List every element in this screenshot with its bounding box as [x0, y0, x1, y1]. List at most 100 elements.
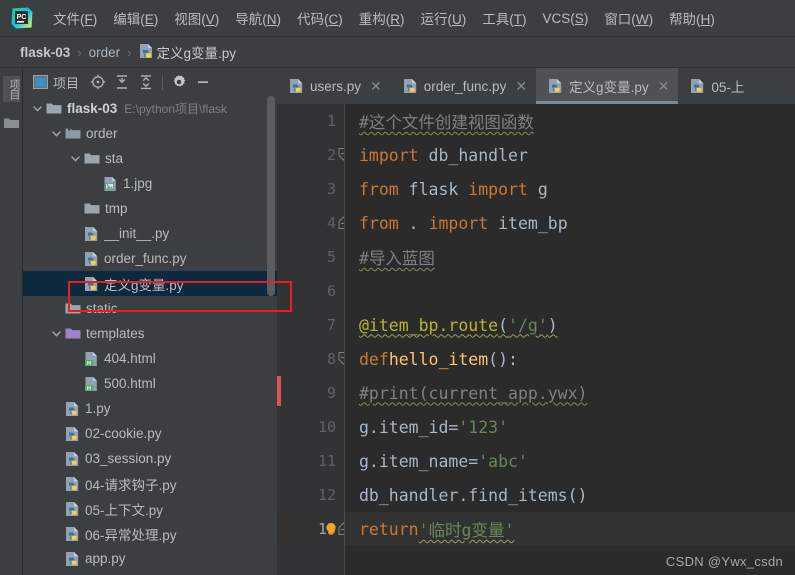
project-tree[interactable]: flask-03E:\python项目\flaskordersta1.jpgtm…	[23, 96, 277, 575]
tree-row-13[interactable]: 02-cookie.py	[23, 421, 277, 446]
close-icon[interactable]: ✕	[658, 78, 670, 95]
chevron-down-icon	[69, 277, 82, 290]
tree-row-label: 05-上下文.py	[85, 499, 163, 519]
editor-gutter[interactable]: 12345678910111213	[277, 104, 344, 575]
expand-all-icon[interactable]	[111, 71, 133, 93]
line-number-12: 12	[277, 478, 344, 512]
code-content[interactable]: #这个文件创建视图函数import db_handlerfrom flask i…	[344, 104, 795, 575]
tree-row-label: 500.html	[104, 376, 156, 391]
select-opened-file-icon[interactable]	[87, 71, 109, 93]
tree-row-5[interactable]: __init__.py	[23, 221, 277, 246]
tree-row-0[interactable]: flask-03E:\python项目\flask	[23, 96, 277, 121]
line-number-2: 2	[277, 138, 344, 172]
menu-item-2[interactable]: 视图(V)	[167, 5, 226, 31]
python-file-icon	[84, 226, 99, 242]
code-line-9[interactable]: #print(current_app.ywx)	[345, 376, 795, 410]
menu-item-10[interactable]: 帮助(H)	[662, 5, 722, 31]
tree-row-16[interactable]: 05-上下文.py	[23, 496, 277, 521]
tree-row-17[interactable]: 06-异常处理.py	[23, 521, 277, 546]
line-number-7: 7	[277, 308, 344, 342]
tree-row-8[interactable]: static	[23, 296, 277, 321]
tree-row-4[interactable]: tmp	[23, 196, 277, 221]
menu-item-5[interactable]: 重构(R)	[352, 5, 412, 31]
chevron-down-icon[interactable]	[31, 102, 44, 115]
intention-bulb-icon[interactable]	[323, 521, 339, 537]
tree-row-label: 1.py	[85, 401, 111, 416]
svg-text:H: H	[87, 386, 91, 392]
code-editor[interactable]: 12345678910111213 #这个文件创建视图函数import db_h…	[277, 104, 795, 575]
tree-row-12[interactable]: 1.py	[23, 396, 277, 421]
tree-row-18[interactable]: app.py	[23, 546, 277, 571]
settings-gear-icon[interactable]	[168, 71, 190, 93]
code-line-1[interactable]: #这个文件创建视图函数	[345, 104, 795, 138]
collapse-all-icon[interactable]	[135, 71, 157, 93]
menu-item-9[interactable]: 窗口(W)	[597, 5, 660, 31]
structure-folder-icon[interactable]	[4, 116, 19, 128]
tree-row-14[interactable]: 03_session.py	[23, 446, 277, 471]
menu-item-0[interactable]: 文件(F)	[46, 5, 104, 31]
editor-tab-2[interactable]: 定义g变量.py✕	[536, 68, 678, 104]
svg-text:PC: PC	[17, 14, 27, 21]
menu-item-3[interactable]: 导航(N)	[228, 5, 288, 31]
tree-row-6[interactable]: order_func.py	[23, 246, 277, 271]
menu-item-4[interactable]: 代码(C)	[290, 5, 350, 31]
tree-row-9[interactable]: templates	[23, 321, 277, 346]
chevron-down-icon	[50, 502, 63, 515]
hide-panel-icon[interactable]	[192, 71, 214, 93]
tree-row-15[interactable]: 04-请求钩子.py	[23, 471, 277, 496]
breadcrumb-separator-1: ›	[77, 45, 81, 60]
chevron-down-icon[interactable]	[69, 152, 82, 165]
tree-row-10[interactable]: H404.html	[23, 346, 277, 371]
line-number-11: 11	[277, 444, 344, 478]
tree-row-7[interactable]: 定义g变量.py	[23, 271, 277, 296]
menu-item-1[interactable]: 编辑(E)	[106, 5, 165, 31]
code-line-12[interactable]: db_handler.find_items()	[345, 478, 795, 512]
breadcrumb-file[interactable]: 定义g变量.py	[139, 42, 237, 62]
menu-item-8[interactable]: VCS(S)	[536, 8, 596, 29]
html-file-icon: H	[84, 351, 99, 367]
close-icon[interactable]: ✕	[515, 78, 527, 95]
line-number-6: 6	[277, 274, 344, 308]
tree-row-3[interactable]: 1.jpg	[23, 171, 277, 196]
code-line-4[interactable]: from . import item_bp	[345, 206, 795, 240]
tree-row-11[interactable]: H 500.html	[23, 371, 277, 396]
breadcrumb-folder[interactable]: order	[89, 45, 121, 60]
editor-tab-bar[interactable]: users.py✕order_func.py✕定义g变量.py✕05-上	[277, 68, 795, 104]
line-number-4: 4	[277, 206, 344, 240]
tree-row-2[interactable]: sta	[23, 146, 277, 171]
chevron-down-icon[interactable]	[50, 127, 63, 140]
project-panel-title: 项目	[53, 73, 79, 92]
line-number-1: 1	[277, 104, 344, 138]
tree-row-1[interactable]: order	[23, 121, 277, 146]
editor-tab-0[interactable]: users.py✕	[277, 68, 391, 104]
tool-window-button-project[interactable]: 项目	[3, 76, 20, 102]
close-icon[interactable]: ✕	[370, 78, 382, 95]
python-file-icon	[548, 78, 563, 94]
project-tree-scrollbar[interactable]	[267, 96, 275, 296]
code-line-3[interactable]: from flask import g	[345, 172, 795, 206]
line-number-8: 8	[277, 342, 344, 376]
breadcrumb-project[interactable]: flask-03	[20, 45, 70, 60]
code-line-11[interactable]: g.item_name='abc'	[345, 444, 795, 478]
code-line-10[interactable]: g.item_id='123'	[345, 410, 795, 444]
code-line-2[interactable]: import db_handler	[345, 138, 795, 172]
editor-tab-1[interactable]: order_func.py✕	[391, 68, 536, 104]
code-line-13[interactable]: return '临时g变量'	[345, 512, 795, 546]
code-line-7[interactable]: @item_bp.route('/g')	[345, 308, 795, 342]
code-line-5[interactable]: #导入蓝图	[345, 240, 795, 274]
chevron-down-icon	[50, 552, 63, 565]
svg-text:H: H	[87, 361, 91, 367]
editor-tab-3[interactable]: 05-上	[678, 68, 753, 104]
folder-icon	[84, 152, 100, 165]
menu-item-6[interactable]: 运行(U)	[414, 5, 474, 31]
chevron-down-icon	[50, 452, 63, 465]
tree-row-label: app.py	[85, 551, 126, 566]
watermark-label: CSDN @Ywx_csdn	[666, 554, 783, 569]
menu-item-7[interactable]: 工具(T)	[475, 5, 533, 31]
code-line-8[interactable]: def hello_item():	[345, 342, 795, 376]
line-number-9: 9	[277, 376, 344, 410]
chevron-down-icon	[69, 252, 82, 265]
python-file-icon	[139, 43, 153, 62]
chevron-down-icon[interactable]	[50, 327, 63, 340]
code-line-6[interactable]	[345, 274, 795, 308]
